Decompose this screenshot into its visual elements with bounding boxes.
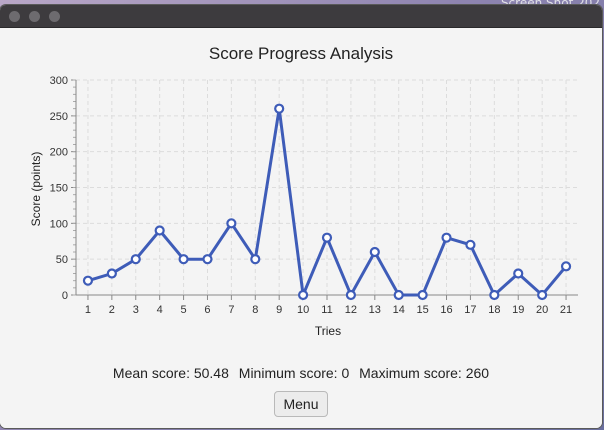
- data-point: [417, 289, 428, 301]
- chart-title: Score Progress Analysis: [209, 44, 393, 63]
- y-tick-label: 0: [62, 290, 68, 302]
- x-tick-label: 12: [345, 304, 357, 316]
- x-tick-label: 5: [181, 304, 187, 316]
- x-tick-label: 14: [393, 304, 405, 316]
- x-axis-label: Tries: [315, 324, 341, 338]
- x-tick-label: 16: [440, 304, 452, 316]
- x-tick-label: 7: [228, 304, 234, 316]
- menu-button[interactable]: Menu: [274, 391, 328, 417]
- x-tick-label: 15: [416, 304, 428, 316]
- x-tick-label: 8: [252, 304, 258, 316]
- y-tick-label: 250: [50, 111, 68, 123]
- data-point: [489, 289, 500, 301]
- data-point: [274, 103, 285, 114]
- minimize-window-button[interactable]: [29, 11, 40, 22]
- score-chart: Score Progress Analysis 0 50 100 150 200 250 3…: [29, 44, 578, 338]
- x-tick-label: 9: [276, 304, 282, 316]
- x-tick-label: 3: [133, 304, 139, 316]
- x-tick-label: 4: [157, 304, 163, 316]
- y-tick-label: 100: [50, 218, 68, 230]
- data-point: [321, 232, 333, 243]
- zoom-window-button[interactable]: [49, 11, 60, 22]
- data-point: [154, 225, 165, 236]
- title-bar: [0, 5, 602, 28]
- x-tick-label: 18: [488, 304, 500, 316]
- minimum-score: Minimum score: 0: [238, 365, 350, 381]
- chart-grid: [76, 79, 578, 296]
- data-point: [513, 268, 524, 279]
- window-content: Score Progress Analysis 0 50 100 150 200 250 3…: [0, 28, 602, 428]
- data-point: [560, 261, 572, 272]
- data-point: [297, 289, 309, 301]
- data-point: [250, 254, 261, 265]
- x-tick-label: 2: [109, 304, 115, 316]
- maximum-score: Maximum score: 260: [359, 365, 490, 381]
- x-tick-label: 1: [85, 304, 91, 316]
- x-tick-label: 11: [321, 304, 332, 316]
- mean-score: Mean score: 50.48: [112, 365, 229, 381]
- x-tick-label: 20: [536, 304, 548, 316]
- x-tick-label: 19: [512, 304, 524, 316]
- data-point: [465, 239, 476, 250]
- x-tick-label: 13: [369, 304, 381, 316]
- close-window-button[interactable]: [9, 11, 20, 22]
- y-tick-label: 300: [50, 75, 68, 87]
- data-point: [226, 218, 237, 229]
- data-point: [130, 254, 141, 265]
- data-point: [369, 246, 380, 258]
- chart-axes: 0501001502002503001 2 3 4 5 6 7 8 9 10 11 12 13 14 15 1…: [50, 75, 578, 316]
- x-tick-label: 10: [297, 304, 309, 316]
- x-tick-label: 21: [560, 304, 572, 316]
- data-point: [106, 268, 117, 279]
- data-point: [345, 289, 357, 301]
- data-point: [537, 289, 548, 301]
- data-point: [82, 275, 94, 286]
- y-tick-label: 200: [50, 147, 68, 159]
- x-tick-label: 17: [464, 304, 476, 316]
- data-point: [441, 232, 452, 243]
- app-window: Score Progress Analysis 0 50 100 150 200 250 3…: [0, 5, 602, 428]
- score-stats: Mean score: 50.48 Minimum score: 0 Maxim…: [0, 365, 602, 381]
- data-point: [393, 289, 404, 301]
- y-tick-label: 50: [56, 254, 68, 266]
- y-tick-label: 150: [50, 183, 68, 195]
- data-point: [202, 254, 213, 265]
- data-point: [178, 254, 189, 265]
- y-axis-label: Score (points): [29, 152, 43, 227]
- x-tick-label: 6: [204, 304, 210, 316]
